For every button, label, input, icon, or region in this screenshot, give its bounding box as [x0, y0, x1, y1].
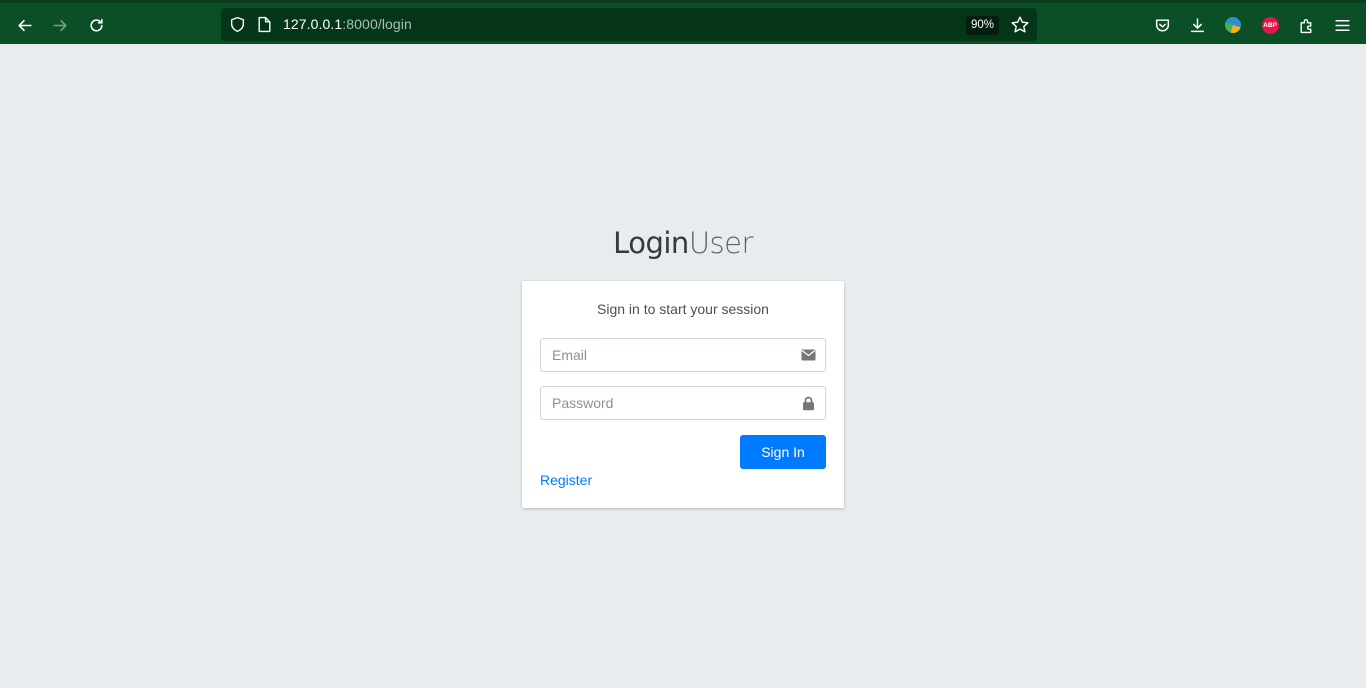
logo-light-text: User	[688, 226, 754, 260]
forward-button[interactable]	[44, 9, 76, 41]
arrow-right-icon	[52, 19, 67, 31]
hamburger-menu-icon	[1334, 19, 1350, 31]
star-icon[interactable]	[1010, 15, 1030, 35]
reload-button[interactable]	[80, 9, 112, 41]
login-logo[interactable]: LoginUser	[0, 226, 1366, 260]
pocket-icon	[1155, 18, 1169, 32]
menu-button[interactable]	[1326, 9, 1358, 41]
email-input[interactable]	[541, 339, 791, 371]
login-card: Sign in to start your session Sign In Re…	[522, 281, 844, 508]
login-page: LoginUser Sign in to start your session …	[0, 44, 1366, 688]
pocket-button[interactable]	[1146, 9, 1178, 41]
url-bar[interactable]: 127.0.0.1:8000/login 90%	[221, 8, 1037, 41]
logo-bold-text: Login	[613, 226, 689, 260]
back-button[interactable]	[8, 9, 40, 41]
adblock-plus-icon: ABP	[1261, 16, 1279, 34]
sign-in-button[interactable]: Sign In	[740, 435, 826, 469]
register-link[interactable]: Register	[540, 472, 592, 488]
shield-icon[interactable]	[229, 16, 246, 33]
download-icon	[1190, 17, 1204, 32]
puzzle-icon	[1299, 18, 1311, 33]
login-box-message: Sign in to start your session	[597, 301, 769, 317]
arrow-left-icon	[17, 19, 32, 31]
password-input-group	[540, 386, 826, 420]
zoom-badge[interactable]: 90%	[966, 16, 1000, 35]
adblock-button[interactable]: ABP	[1254, 9, 1286, 41]
reload-icon	[89, 18, 103, 32]
url-text[interactable]: 127.0.0.1:8000/login	[283, 16, 412, 32]
extensions-button[interactable]	[1290, 9, 1322, 41]
password-input[interactable]	[541, 387, 791, 419]
email-input-group	[540, 338, 826, 372]
globe-extension-icon	[1225, 17, 1241, 33]
browser-toolbar: 127.0.0.1:8000/login 90% ABP	[0, 0, 1366, 44]
page-icon[interactable]	[257, 16, 272, 33]
lock-icon	[800, 396, 816, 410]
envelope-icon	[800, 348, 816, 362]
downloads-button[interactable]	[1181, 9, 1213, 41]
extension-globe-button[interactable]	[1217, 9, 1249, 41]
